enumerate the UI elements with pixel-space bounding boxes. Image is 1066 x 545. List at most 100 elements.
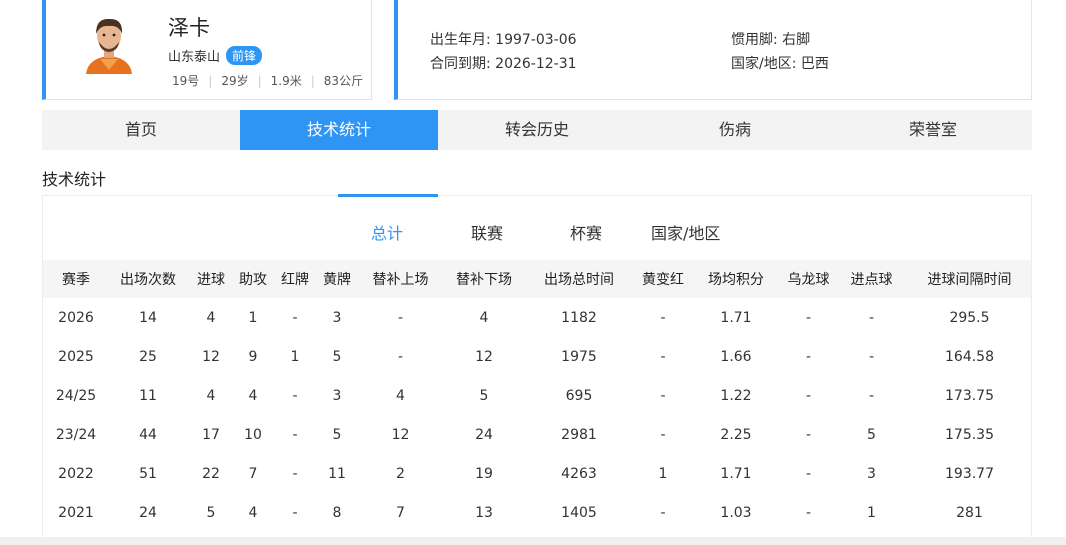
table-row: 24/25 11 4 4 - 3 4 5 695 - 1.22 - - 173.75: [43, 376, 1031, 415]
table-cell: 2: [396, 465, 405, 482]
table-cell: 3: [867, 465, 876, 482]
table-cell: 19: [475, 465, 493, 482]
table-header-row: 赛季 出场次数 进球 助攻 红牌 黄牌 替补上场 替补下场 出场总时间 黄变红 …: [43, 260, 1031, 298]
table-cell: 9: [248, 348, 258, 365]
col-header[interactable]: 出场总时间: [522, 260, 636, 298]
main-tabs: 首页 技术统计 转会历史 伤病 荣誉室: [42, 110, 1032, 150]
divider: |: [310, 73, 315, 88]
table-cell: 24/25: [55, 387, 97, 404]
table-cell: -: [660, 426, 666, 443]
birth-date: 出生年月: 1997-03-06: [430, 32, 577, 48]
table-row: 2021 24 5 4 - 8 7 13 1405 - 1.03 - 1 281: [43, 493, 1031, 532]
table-cell: 4: [206, 387, 216, 404]
table-cell: -: [805, 309, 812, 326]
table-cell: 8: [332, 504, 342, 521]
table-row: 23/24 44 17 10 - 5 12 24 2981 - 2.25 - 5 175.35: [43, 415, 1031, 454]
table-cell: 12: [391, 426, 410, 443]
table-cell: -: [292, 426, 298, 443]
table-cell: 4: [248, 504, 258, 521]
col-header[interactable]: 进点球: [835, 260, 908, 298]
table-cell: 24: [139, 504, 157, 521]
col-header[interactable]: 红牌: [271, 260, 319, 298]
table-cell: 173.75: [945, 387, 994, 404]
table-cell: 2.25: [720, 426, 752, 443]
subtab-national[interactable]: 国家/地区: [651, 220, 720, 244]
table-cell: -: [660, 504, 666, 521]
nationality: 国家/地区: 巴西: [731, 56, 829, 72]
team-name[interactable]: 山东泰山: [168, 46, 220, 65]
col-header[interactable]: 替补上场: [355, 260, 446, 298]
player-avatar: [78, 12, 140, 74]
table-cell: 14: [139, 309, 157, 326]
table-cell: 295.5: [949, 309, 990, 326]
divider: |: [257, 73, 262, 88]
col-header[interactable]: 乌龙球: [782, 260, 835, 298]
table-cell: 1.71: [720, 465, 752, 482]
table-cell: 2021: [58, 504, 94, 521]
table-cell: 3: [332, 309, 342, 326]
table-cell: -: [660, 348, 666, 365]
col-header[interactable]: 出场次数: [109, 260, 187, 298]
tab-transfers[interactable]: 转会历史: [438, 110, 636, 150]
table-cell: 11: [328, 465, 346, 482]
table-cell: 10: [244, 426, 262, 443]
table-cell: -: [292, 465, 298, 482]
table-cell: 1.71: [720, 309, 752, 326]
subtab-cup[interactable]: 杯赛: [570, 220, 602, 244]
player-name: 泽卡: [168, 16, 210, 40]
table-cell: 4: [248, 387, 258, 404]
player-meta: 19号 | 29岁 | 1.9米 | 83公斤: [172, 72, 363, 89]
table-cell: 5: [332, 426, 342, 443]
table-cell: 24: [475, 426, 493, 443]
table-cell: 1: [290, 348, 300, 365]
table-cell: 2022: [58, 465, 94, 482]
preferred-foot: 惯用脚: 右脚: [731, 32, 811, 48]
table-cell: 1: [867, 504, 876, 521]
table-cell: -: [397, 348, 404, 365]
table-cell: 5: [206, 504, 216, 521]
table-cell: -: [805, 504, 812, 521]
player-profile-card: 泽卡 山东泰山 前锋 19号 | 29岁 | 1.9米 | 83公斤: [42, 0, 372, 100]
table-cell: 2025: [58, 348, 94, 365]
table-cell: 4263: [561, 465, 597, 482]
col-header[interactable]: 助攻: [235, 260, 271, 298]
horizontal-scrollbar[interactable]: [0, 537, 1066, 545]
tab-injuries[interactable]: 伤病: [636, 110, 834, 150]
table-cell: -: [660, 387, 666, 404]
team-row: 山东泰山 前锋: [168, 46, 263, 65]
table-cell: 1405: [561, 504, 597, 521]
tab-honors[interactable]: 荣誉室: [834, 110, 1032, 150]
player-height: 1.9米: [270, 74, 302, 88]
table-cell: -: [868, 387, 875, 404]
contract-expiry: 合同到期: 2026-12-31: [430, 56, 577, 72]
table-cell: -: [805, 387, 812, 404]
col-header[interactable]: 替补下场: [446, 260, 522, 298]
table-cell: 25: [139, 348, 157, 365]
table-cell: -: [868, 309, 875, 326]
table-row: 2025 25 12 9 1 5 - 12 1975 - 1.66 - - 164.58: [43, 337, 1031, 376]
table-cell: 281: [956, 504, 983, 521]
col-header[interactable]: 场均积分: [690, 260, 782, 298]
subtab-league[interactable]: 联赛: [471, 220, 503, 244]
tab-home[interactable]: 首页: [42, 110, 240, 150]
table-cell: 44: [139, 426, 157, 443]
table-cell: 2026: [58, 309, 94, 326]
table-cell: 17: [202, 426, 220, 443]
player-info-card: 出生年月: 1997-03-06 合同到期: 2026-12-31 惯用脚: 右…: [394, 0, 1032, 100]
table-cell: 4: [479, 309, 489, 326]
table-row: 2022 51 22 7 - 11 2 19 4263 1 1.71 - 3 193.77: [43, 454, 1031, 493]
col-header[interactable]: 进球: [187, 260, 235, 298]
table-cell: 22: [202, 465, 220, 482]
col-header[interactable]: 黄变红: [636, 260, 690, 298]
table-cell: 164.58: [945, 348, 994, 365]
subtab-total[interactable]: 总计: [371, 220, 403, 244]
col-header[interactable]: 赛季: [43, 260, 109, 298]
tab-stats[interactable]: 技术统计: [240, 110, 438, 150]
col-header[interactable]: 黄牌: [319, 260, 355, 298]
table-cell: -: [292, 309, 298, 326]
table-cell: 7: [396, 504, 405, 521]
subtab-indicator: [338, 194, 438, 197]
table-cell: 3: [332, 387, 342, 404]
col-header[interactable]: 进球间隔时间: [908, 260, 1031, 298]
table-cell: 1.66: [720, 348, 752, 365]
